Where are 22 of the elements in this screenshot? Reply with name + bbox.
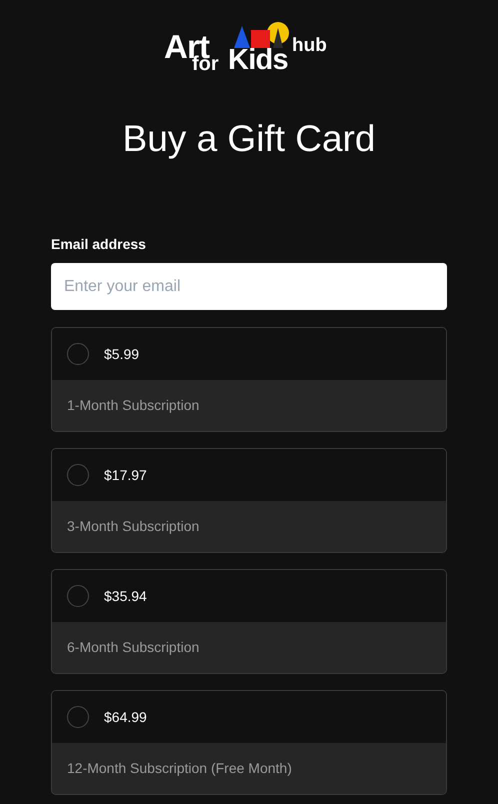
plan-description: 6-Month Subscription xyxy=(67,638,200,658)
logo-word: Kids xyxy=(228,46,288,75)
plan-card[interactable]: $35.94 6-Month Subscription xyxy=(51,569,447,674)
plan-card[interactable]: $17.97 3-Month Subscription xyxy=(51,448,447,554)
price-text: $5.99 xyxy=(104,344,140,364)
price-text: $17.97 xyxy=(104,466,147,485)
page-title: Buy a Gift Card xyxy=(122,117,376,161)
plan-card[interactable]: $5.99 1-Month Subscription xyxy=(51,327,447,432)
radio-button[interactable] xyxy=(67,585,89,608)
price-text: $35.94 xyxy=(104,586,147,606)
plan-card[interactable]: $64.99 12-Month Subscription (Free Month) xyxy=(51,690,447,796)
field-label: Email address xyxy=(51,235,147,254)
radio-button[interactable] xyxy=(67,343,89,366)
radio-button[interactable] xyxy=(67,706,89,728)
plan-description: 3-Month Subscription xyxy=(67,517,200,536)
radio-button[interactable] xyxy=(67,464,89,486)
pencil-logo-icon xyxy=(232,22,290,48)
plan-description: 1-Month Subscription xyxy=(67,396,200,416)
price-text: $64.99 xyxy=(104,708,147,727)
plan-description: 12-Month Subscription (Free Month) xyxy=(67,759,292,778)
email-field[interactable]: Enter your email xyxy=(51,263,447,310)
logo-word: hub xyxy=(292,36,327,55)
